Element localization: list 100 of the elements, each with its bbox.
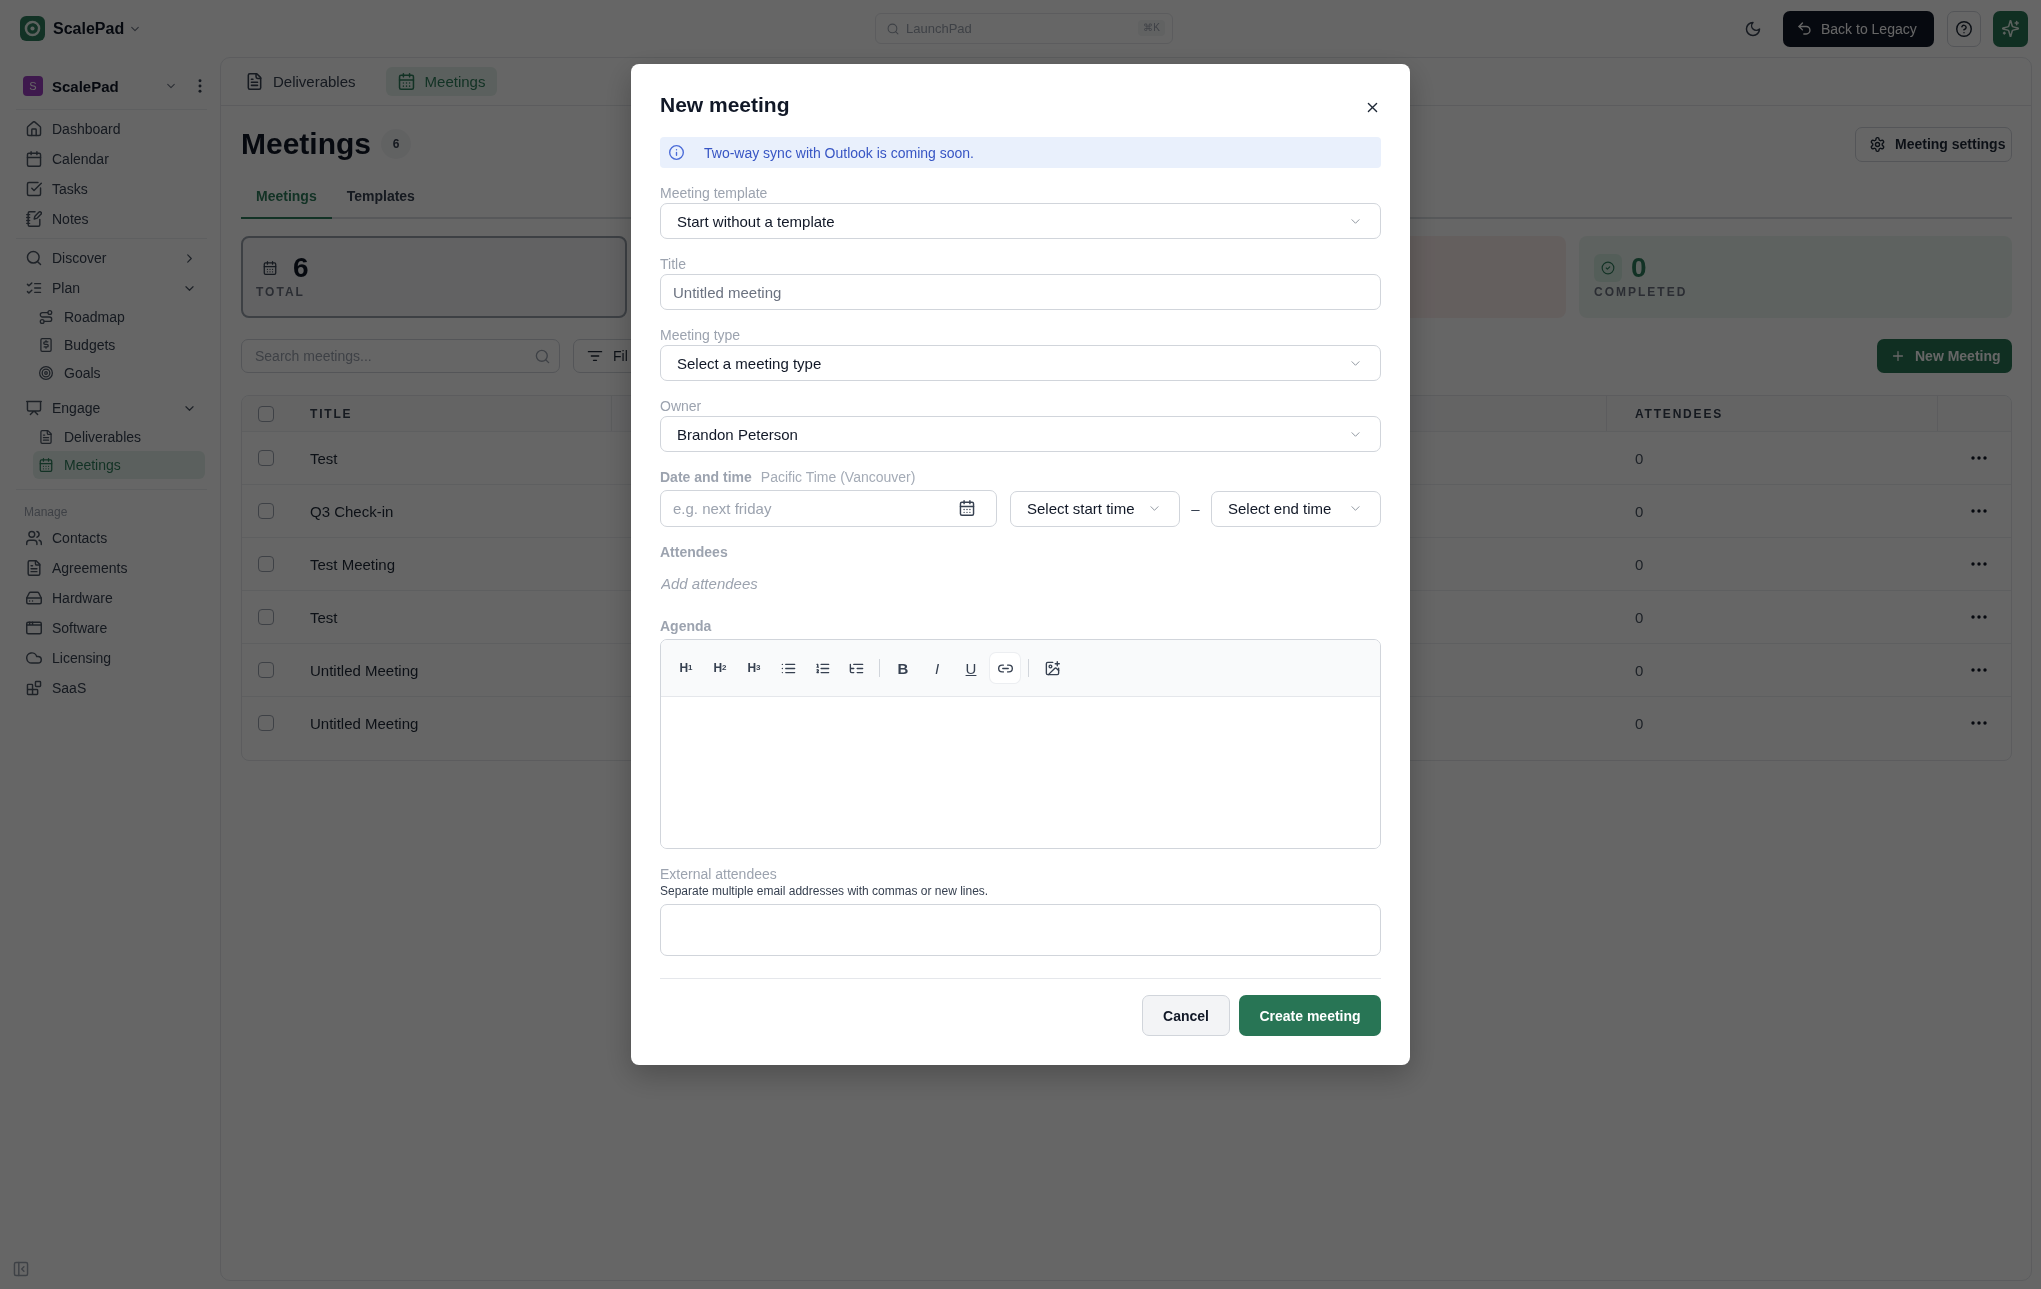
assistant-button[interactable]	[1993, 10, 2028, 47]
sidebar-item[interactable]: Roadmap	[33, 303, 205, 331]
table-cell: Test Meeting	[310, 555, 396, 573]
back-button[interactable]: Back to Legacy	[1783, 10, 1934, 47]
filter-icon	[587, 348, 603, 364]
more-icon[interactable]	[1971, 562, 1987, 566]
cancel-button[interactable]: Cancel	[1142, 995, 1230, 1036]
app-window-icon	[26, 620, 42, 636]
sidebar-item[interactable]: Contacts	[16, 523, 205, 553]
field-label: Meeting type	[660, 326, 741, 344]
range-separator: –	[1190, 500, 1201, 517]
table-cell: 0	[1635, 502, 1644, 520]
route-icon	[39, 310, 53, 324]
sidebar-item[interactable]: Budgets	[33, 331, 205, 359]
image-plus-icon	[1044, 660, 1060, 676]
attendees-input[interactable]: Add attendees	[660, 565, 1381, 601]
sidebar-item[interactable]: SaaS	[16, 673, 205, 703]
create-button[interactable]: Create meeting	[1239, 995, 1381, 1036]
date-field[interactable]: e.g. next friday	[660, 490, 997, 527]
settings-button[interactable]: Meeting settings	[1855, 126, 2012, 162]
timezone-hint: Pacific Time (Vancouver)	[760, 469, 916, 485]
sidebar-collapse-icon[interactable]	[13, 1261, 29, 1277]
checkbox[interactable]	[258, 662, 274, 678]
count-badge: 6	[381, 129, 412, 159]
sidebar-item[interactable]: Software	[16, 613, 205, 643]
sidebar-item[interactable]: Deliverables	[33, 423, 205, 451]
blocks-icon	[26, 680, 42, 696]
brand-name[interactable]: ScalePad	[53, 19, 125, 38]
logo-icon[interactable]	[20, 16, 45, 41]
notebook-icon	[26, 211, 42, 227]
dropdown[interactable]: Brandon Peterson	[660, 416, 1381, 452]
field-label: Attendees	[660, 543, 728, 561]
sidebar-item[interactable]: Calendar	[16, 144, 205, 174]
calendar-icon	[26, 151, 42, 167]
checkbox[interactable]	[258, 450, 274, 466]
sidebar-item[interactable]: Agreements	[16, 553, 205, 583]
page-tab[interactable]: Meetings	[385, 67, 498, 96]
calendar-icon	[263, 261, 277, 275]
sidebar-item[interactable]: Hardware	[16, 583, 205, 613]
more-icon[interactable]	[1971, 509, 1987, 513]
sidebar-item[interactable]: Licensing	[16, 643, 205, 673]
table-cell: Test	[310, 608, 338, 626]
moon-icon[interactable]	[1745, 20, 1761, 37]
tab[interactable]: Templates	[331, 179, 430, 219]
checkbox[interactable]	[258, 405, 274, 422]
sidebar-item[interactable]: Discover	[16, 243, 205, 273]
modal-title: New meeting	[660, 93, 790, 117]
link-button[interactable]	[990, 653, 1020, 683]
dropdown[interactable]: Select end time	[1211, 490, 1381, 527]
target-icon	[39, 366, 53, 380]
more-icon[interactable]	[1971, 721, 1987, 725]
sidebar-item[interactable]: Meetings	[33, 451, 205, 479]
field-label: Meeting template	[660, 184, 768, 202]
field-label: External attendees	[660, 865, 777, 883]
dropdown[interactable]: Select a meeting type	[660, 345, 1381, 381]
back-arrow-icon	[1797, 21, 1812, 36]
underline-button[interactable]: U	[956, 653, 986, 683]
stat-value: 6	[293, 254, 309, 282]
help-text: Separate multiple email addresses with commas or new lines.	[660, 884, 989, 899]
checkbox[interactable]	[258, 609, 274, 625]
bold-button[interactable]: B	[888, 653, 918, 683]
sidebar-item[interactable]: Tasks	[16, 174, 205, 204]
more-icon[interactable]	[1971, 456, 1987, 460]
checkbox[interactable]	[258, 503, 274, 519]
checklist-icon	[26, 280, 42, 296]
cloud-icon	[26, 650, 42, 666]
sidebar-item[interactable]: Goals	[33, 359, 205, 387]
sparkle-icon	[2002, 20, 2019, 37]
new-meeting-button[interactable]: New Meeting	[1877, 339, 2012, 373]
page-title: Meetings	[241, 126, 372, 162]
tab[interactable]: Meetings	[241, 179, 332, 219]
settings-icon	[1870, 136, 1885, 152]
workspace-name[interactable]: ScalePad	[52, 77, 119, 95]
text-input[interactable]: Untitled meeting	[660, 274, 1381, 310]
sidebar-item[interactable]: Dashboard	[16, 114, 205, 144]
dropdown[interactable]: Select start time	[1010, 490, 1180, 527]
dropdown[interactable]: Start without a template	[660, 203, 1381, 239]
calendar-icon	[959, 500, 975, 516]
calendar-icon	[397, 73, 415, 90]
page-tab[interactable]: Deliverables	[234, 67, 368, 96]
italic-button[interactable]: I	[922, 653, 952, 683]
sidebar-item[interactable]: Notes	[16, 204, 205, 234]
help-button[interactable]	[1947, 10, 1981, 47]
column-header[interactable]: TITLE	[310, 406, 353, 421]
more-icon[interactable]	[1971, 615, 1987, 619]
close-icon[interactable]	[1365, 100, 1380, 115]
table-cell: 0	[1635, 714, 1644, 732]
field-label: Date and time	[660, 468, 752, 486]
table-cell: 0	[1635, 608, 1644, 626]
sidebar-item[interactable]: Engage	[16, 393, 205, 423]
checkbox[interactable]	[258, 715, 274, 731]
sidebar-item[interactable]: Plan	[16, 273, 205, 303]
checkbox[interactable]	[258, 556, 274, 572]
field-label: Agenda	[660, 617, 712, 635]
vertical-dots-icon[interactable]	[198, 79, 202, 93]
table-cell: Q3 Check-in	[310, 502, 394, 520]
more-icon[interactable]	[1971, 668, 1987, 672]
column-header[interactable]: ATTENDEES	[1635, 406, 1723, 421]
workspace-avatar[interactable]: S	[23, 76, 43, 96]
search-icon	[535, 349, 550, 364]
